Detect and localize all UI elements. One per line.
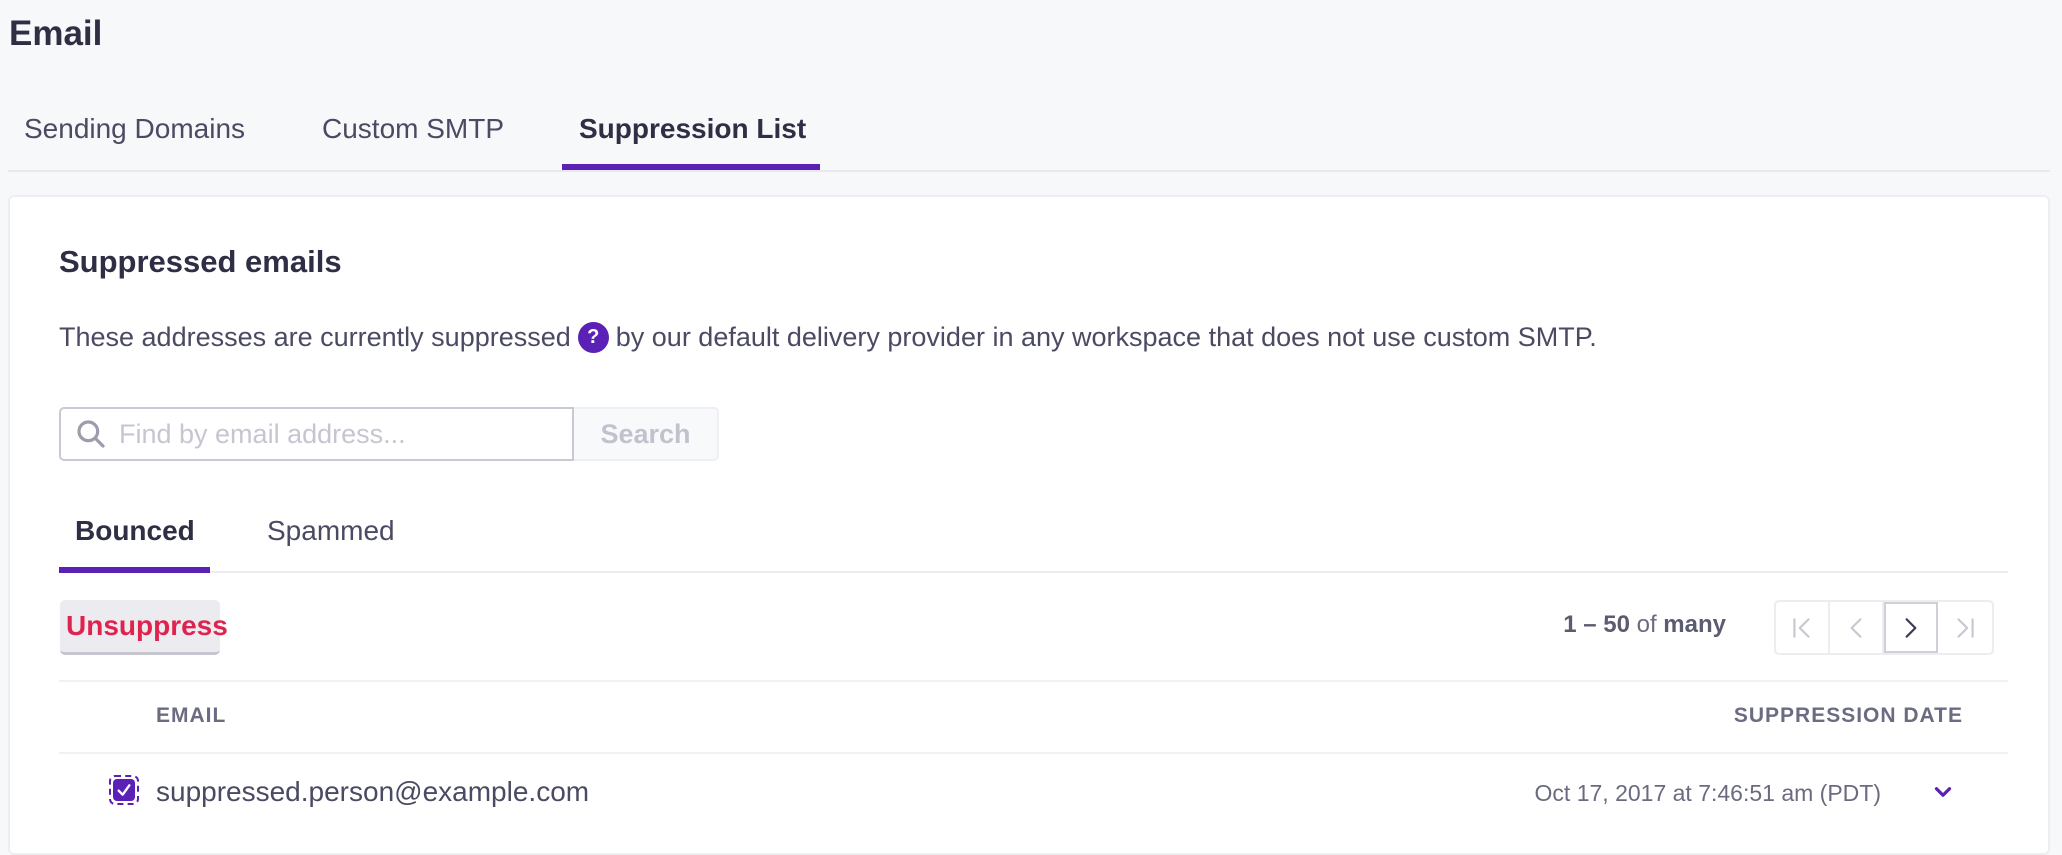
next-page-button[interactable]: [1884, 602, 1938, 653]
tab-custom-smtp[interactable]: Custom SMTP: [322, 113, 504, 145]
check-icon: [117, 784, 131, 796]
last-page-icon: [1957, 617, 1974, 638]
unsuppress-button[interactable]: Unsuppress: [60, 600, 228, 655]
search-icon: [77, 420, 105, 448]
divider: [59, 752, 2008, 754]
page-title: Email: [9, 14, 103, 53]
question-circle-icon[interactable]: ?: [577, 322, 609, 353]
first-page-button[interactable]: [1776, 602, 1830, 653]
pagination-range: 1 – 50: [1563, 611, 1630, 638]
pagination-total: many: [1663, 611, 1726, 638]
checkbox-checked: [113, 779, 135, 801]
chevron-right-icon: [1905, 617, 1917, 638]
tab-spammed[interactable]: Spammed: [267, 515, 395, 547]
column-header-email: EMAIL: [156, 704, 227, 727]
search-input[interactable]: [117, 417, 561, 451]
search-field: [59, 407, 574, 461]
row-checkbox[interactable]: [109, 775, 139, 805]
section-title: Suppressed emails: [59, 244, 342, 279]
last-page-button[interactable]: [1938, 602, 1992, 653]
description-text-before: These addresses are currently suppressed: [59, 322, 571, 352]
sub-tabs: Bounced Spammed: [59, 507, 2008, 573]
description-text-after: by our default delivery provider in any …: [615, 322, 1597, 352]
suppressed-emails-card: Suppressed emails These addresses are cu…: [8, 195, 2050, 855]
tab-bounced[interactable]: Bounced: [75, 515, 195, 547]
pagination-of: of: [1636, 611, 1657, 638]
row-email: suppressed.person@example.com: [156, 776, 590, 807]
tab-sending-domains[interactable]: Sending Domains: [24, 113, 245, 145]
chevron-left-icon: [1850, 617, 1862, 638]
previous-page-button[interactable]: [1830, 602, 1884, 653]
row-suppression-date: Oct 17, 2017 at 7:46:51 am (PDT): [1534, 780, 1881, 806]
active-tab-indicator: [562, 164, 820, 170]
tab-suppression-list[interactable]: Suppression List: [579, 113, 806, 145]
divider: [59, 680, 2008, 682]
active-subtab-indicator: [59, 567, 210, 573]
pagination-controls: [1774, 600, 1994, 655]
search-bar: Search: [59, 407, 719, 461]
column-header-suppression-date: SUPPRESSION DATE: [1733, 704, 1963, 727]
chevron-down-icon[interactable]: [1930, 779, 1956, 805]
section-description: These addresses are currently suppressed…: [59, 322, 1597, 353]
search-button[interactable]: Search: [574, 407, 719, 461]
first-page-icon: [1793, 617, 1810, 638]
pagination-summary: 1 – 50 of many: [1563, 611, 1726, 639]
top-tabs: Sending Domains Custom SMTP Suppression …: [8, 100, 2050, 172]
